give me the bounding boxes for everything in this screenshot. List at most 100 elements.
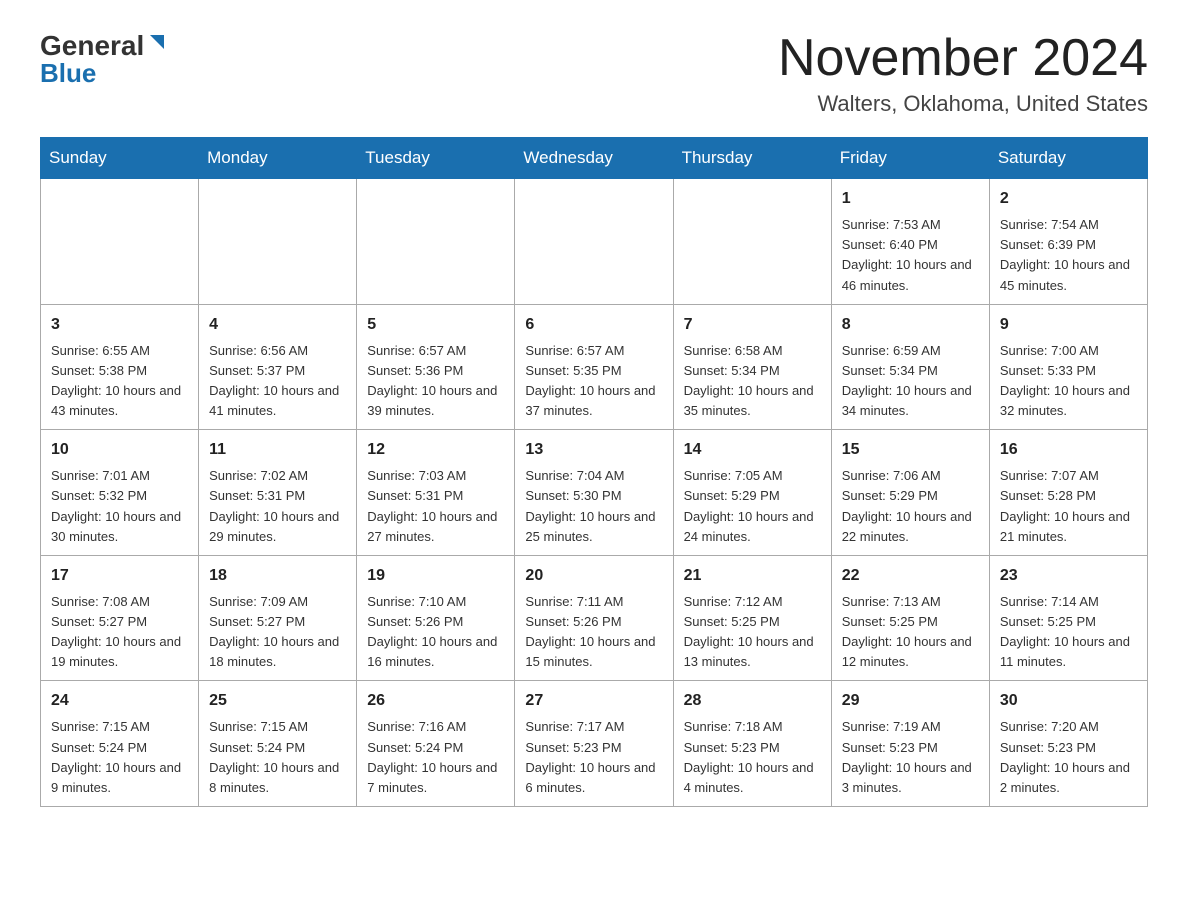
day-info: Sunrise: 6:56 AMSunset: 5:37 PMDaylight:… [209, 341, 346, 422]
day-info: Sunrise: 7:09 AMSunset: 5:27 PMDaylight:… [209, 592, 346, 673]
day-info: Sunrise: 7:03 AMSunset: 5:31 PMDaylight:… [367, 466, 504, 547]
calendar-day-cell: 9 Sunrise: 7:00 AMSunset: 5:33 PMDaylight… [989, 304, 1147, 430]
day-number: 7 [684, 313, 821, 337]
day-number: 1 [842, 187, 979, 211]
day-info: Sunrise: 7:10 AMSunset: 5:26 PMDaylight:… [367, 592, 504, 673]
day-number: 22 [842, 564, 979, 588]
calendar-body: 1 Sunrise: 7:53 AMSunset: 6:40 PMDaylight… [41, 179, 1148, 807]
day-info: Sunrise: 7:54 AMSunset: 6:39 PMDaylight:… [1000, 215, 1137, 296]
day-number: 10 [51, 438, 188, 462]
day-info: Sunrise: 7:53 AMSunset: 6:40 PMDaylight:… [842, 215, 979, 296]
calendar-day-cell: 25Sunrise: 7:15 AMSunset: 5:24 PMDayligh… [199, 681, 357, 807]
day-of-week-header: Saturday [989, 138, 1147, 179]
day-number: 6 [525, 313, 662, 337]
calendar-day-cell: 22 Sunrise: 7:13 AMSunset: 5:25 PMDayligh… [831, 555, 989, 681]
day-number: 20 [525, 564, 662, 588]
day-number: 13 [525, 438, 662, 462]
calendar-day-cell: 29Sunrise: 7:19 AMSunset: 5:23 PMDayligh… [831, 681, 989, 807]
day-number: 24 [51, 689, 188, 713]
day-number: 3 [51, 313, 188, 337]
day-number: 30 [1000, 689, 1137, 713]
calendar-week-row: 3 Sunrise: 6:55 AMSunset: 5:38 PMDaylight… [41, 304, 1148, 430]
day-number: 9 [1000, 313, 1137, 337]
day-info: Sunrise: 7:06 AMSunset: 5:29 PMDaylight:… [842, 466, 979, 547]
calendar-day-cell: 14Sunrise: 7:05 AMSunset: 5:29 PMDayligh… [673, 430, 831, 556]
day-info: Sunrise: 7:13 AMSunset: 5:25 PMDaylight:… [842, 592, 979, 673]
day-of-week-header: Wednesday [515, 138, 673, 179]
calendar-week-row: 10Sunrise: 7:01 AMSunset: 5:32 PMDayligh… [41, 430, 1148, 556]
day-info: Sunrise: 7:08 AMSunset: 5:27 PMDaylight:… [51, 592, 188, 673]
calendar-day-cell: 20 Sunrise: 7:11 AMSunset: 5:26 PMDayligh… [515, 555, 673, 681]
calendar-day-cell [357, 179, 515, 305]
logo-triangle-icon [146, 31, 168, 58]
calendar-day-cell: 26Sunrise: 7:16 AMSunset: 5:24 PMDayligh… [357, 681, 515, 807]
calendar-day-cell: 7Sunrise: 6:58 AMSunset: 5:34 PMDaylight… [673, 304, 831, 430]
calendar-day-cell: 10Sunrise: 7:01 AMSunset: 5:32 PMDayligh… [41, 430, 199, 556]
day-number: 28 [684, 689, 821, 713]
calendar-week-row: 24 Sunrise: 7:15 AMSunset: 5:24 PMDayligh… [41, 681, 1148, 807]
day-number: 2 [1000, 187, 1137, 211]
day-info: Sunrise: 7:12 AMSunset: 5:25 PMDaylight:… [684, 592, 821, 673]
calendar-day-cell: 21Sunrise: 7:12 AMSunset: 5:25 PMDayligh… [673, 555, 831, 681]
calendar-day-cell: 24 Sunrise: 7:15 AMSunset: 5:24 PMDayligh… [41, 681, 199, 807]
day-number: 25 [209, 689, 346, 713]
day-of-week-header: Monday [199, 138, 357, 179]
calendar-header: SundayMondayTuesdayWednesdayThursdayFrid… [41, 138, 1148, 179]
calendar-day-cell: 6 Sunrise: 6:57 AMSunset: 5:35 PMDaylight… [515, 304, 673, 430]
calendar-day-cell: 4 Sunrise: 6:56 AMSunset: 5:37 PMDaylight… [199, 304, 357, 430]
day-number: 12 [367, 438, 504, 462]
day-number: 17 [51, 564, 188, 588]
day-info: Sunrise: 7:14 AMSunset: 5:25 PMDaylight:… [1000, 592, 1137, 673]
day-info: Sunrise: 7:00 AMSunset: 5:33 PMDaylight:… [1000, 341, 1137, 422]
day-info: Sunrise: 7:02 AMSunset: 5:31 PMDaylight:… [209, 466, 346, 547]
calendar-day-cell [515, 179, 673, 305]
day-info: Sunrise: 6:55 AMSunset: 5:38 PMDaylight:… [51, 341, 188, 422]
logo-blue-text: Blue [40, 58, 96, 89]
day-of-week-header: Friday [831, 138, 989, 179]
day-number: 19 [367, 564, 504, 588]
day-info: Sunrise: 7:04 AMSunset: 5:30 PMDaylight:… [525, 466, 662, 547]
day-info: Sunrise: 7:20 AMSunset: 5:23 PMDaylight:… [1000, 717, 1137, 798]
day-of-week-header: Sunday [41, 138, 199, 179]
day-number: 18 [209, 564, 346, 588]
day-number: 27 [525, 689, 662, 713]
day-number: 15 [842, 438, 979, 462]
month-title: November 2024 [778, 30, 1148, 87]
calendar-day-cell: 19 Sunrise: 7:10 AMSunset: 5:26 PMDayligh… [357, 555, 515, 681]
page-header: General Blue November 2024 Walters, Okla… [40, 30, 1148, 117]
calendar-day-cell: 17 Sunrise: 7:08 AMSunset: 5:27 PMDayligh… [41, 555, 199, 681]
day-info: Sunrise: 6:57 AMSunset: 5:35 PMDaylight:… [525, 341, 662, 422]
day-info: Sunrise: 7:11 AMSunset: 5:26 PMDaylight:… [525, 592, 662, 673]
calendar-day-cell: 27 Sunrise: 7:17 AMSunset: 5:23 PMDayligh… [515, 681, 673, 807]
calendar-day-cell: 12 Sunrise: 7:03 AMSunset: 5:31 PMDayligh… [357, 430, 515, 556]
calendar-day-cell: 8Sunrise: 6:59 AMSunset: 5:34 PMDaylight… [831, 304, 989, 430]
day-of-week-header: Thursday [673, 138, 831, 179]
title-section: November 2024 Walters, Oklahoma, United … [778, 30, 1148, 117]
location-text: Walters, Oklahoma, United States [778, 91, 1148, 117]
calendar-day-cell [673, 179, 831, 305]
day-info: Sunrise: 7:18 AMSunset: 5:23 PMDaylight:… [684, 717, 821, 798]
day-number: 14 [684, 438, 821, 462]
calendar-day-cell: 30 Sunrise: 7:20 AMSunset: 5:23 PMDayligh… [989, 681, 1147, 807]
day-info: Sunrise: 7:15 AMSunset: 5:24 PMDaylight:… [51, 717, 188, 798]
day-info: Sunrise: 6:59 AMSunset: 5:34 PMDaylight:… [842, 341, 979, 422]
calendar-day-cell: 13 Sunrise: 7:04 AMSunset: 5:30 PMDayligh… [515, 430, 673, 556]
calendar-day-cell: 16Sunrise: 7:07 AMSunset: 5:28 PMDayligh… [989, 430, 1147, 556]
day-number: 23 [1000, 564, 1137, 588]
day-info: Sunrise: 7:17 AMSunset: 5:23 PMDaylight:… [525, 717, 662, 798]
calendar-day-cell: 18 Sunrise: 7:09 AMSunset: 5:27 PMDayligh… [199, 555, 357, 681]
calendar-day-cell: 1 Sunrise: 7:53 AMSunset: 6:40 PMDaylight… [831, 179, 989, 305]
logo: General Blue [40, 30, 168, 89]
calendar-day-cell: 2 Sunrise: 7:54 AMSunset: 6:39 PMDaylight… [989, 179, 1147, 305]
day-info: Sunrise: 7:16 AMSunset: 5:24 PMDaylight:… [367, 717, 504, 798]
day-number: 29 [842, 689, 979, 713]
calendar-week-row: 17 Sunrise: 7:08 AMSunset: 5:27 PMDayligh… [41, 555, 1148, 681]
day-number: 16 [1000, 438, 1137, 462]
header-row: SundayMondayTuesdayWednesdayThursdayFrid… [41, 138, 1148, 179]
day-number: 4 [209, 313, 346, 337]
calendar-table: SundayMondayTuesdayWednesdayThursdayFrid… [40, 137, 1148, 807]
day-number: 5 [367, 313, 504, 337]
calendar-day-cell: 28 Sunrise: 7:18 AMSunset: 5:23 PMDayligh… [673, 681, 831, 807]
calendar-day-cell: 3 Sunrise: 6:55 AMSunset: 5:38 PMDaylight… [41, 304, 199, 430]
calendar-day-cell: 5Sunrise: 6:57 AMSunset: 5:36 PMDaylight… [357, 304, 515, 430]
